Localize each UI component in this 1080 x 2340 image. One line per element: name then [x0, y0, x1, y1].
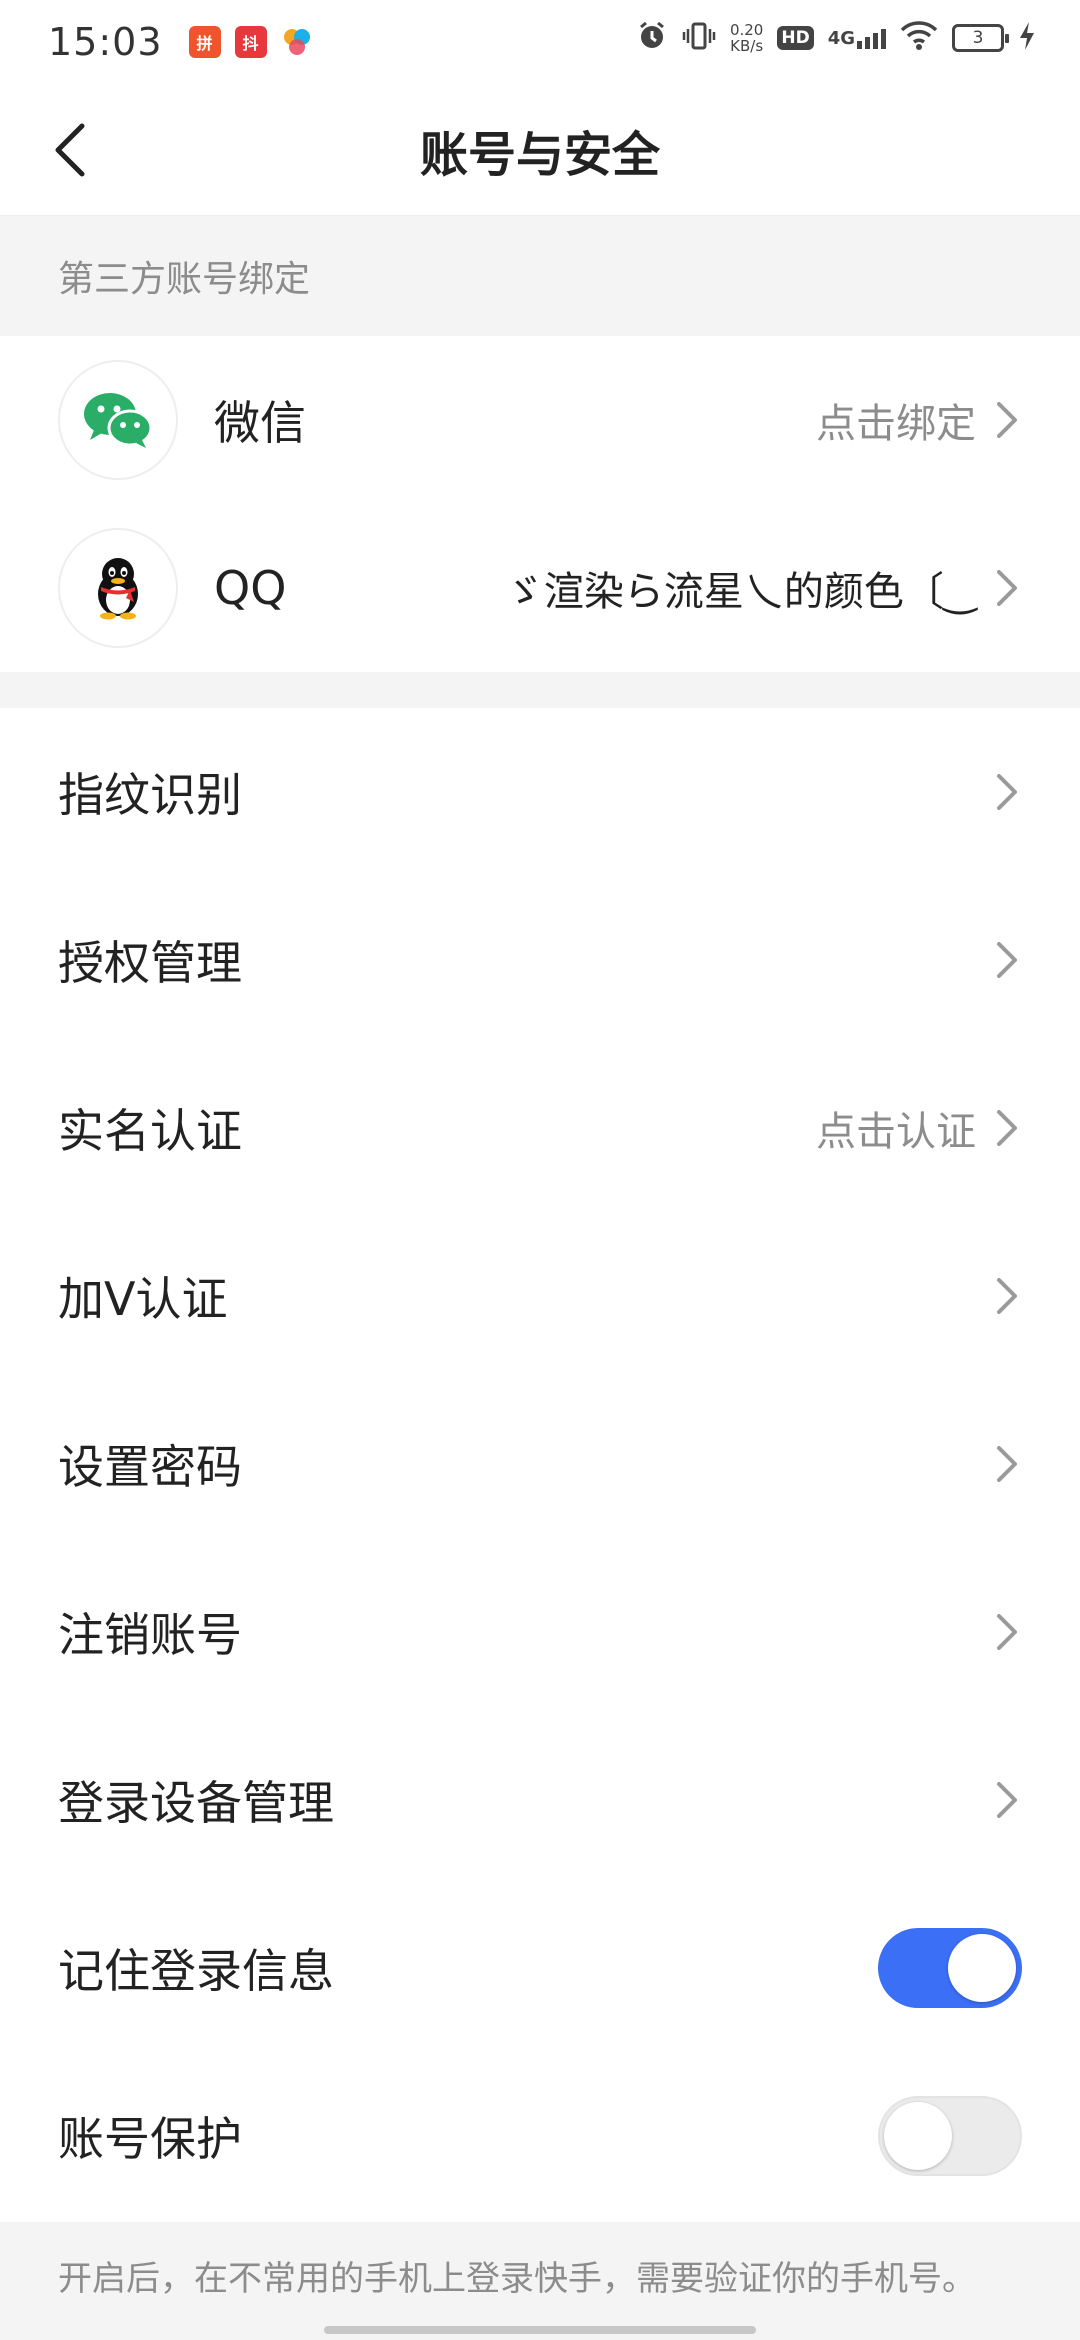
account-protect-switch[interactable]: [878, 2096, 1022, 2176]
chevron-right-icon: [992, 940, 1022, 980]
footer-note-text: 开启后，在不常用的手机上登录快手，需要验证你的手机号。: [58, 2259, 976, 2299]
chevron-right-icon: [992, 400, 1022, 440]
status-right: 0.20 KB/s HD 4G 3: [636, 20, 1036, 56]
toggle-row-account-protect: 账号保护: [0, 2052, 1080, 2220]
menu-item-value: [976, 772, 1022, 812]
menu-item-value: [976, 1444, 1022, 1484]
wechat-icon: [84, 393, 153, 448]
status-app-icons: 拼 抖: [188, 26, 313, 58]
status-time: 15:03: [48, 20, 163, 64]
back-button[interactable]: [40, 120, 100, 180]
section-title-third-party: 第三方账号绑定: [0, 216, 1080, 336]
menu-item-set-password[interactable]: 设置密码: [0, 1380, 1080, 1548]
menu-item-value: 点击认证: [816, 1099, 1022, 1157]
menu-item-value-text: 点击认证: [816, 1109, 976, 1155]
menu-item-v-verify[interactable]: 加V认证: [0, 1212, 1080, 1380]
chevron-right-icon: [992, 1444, 1022, 1484]
nav-header: 账号与安全: [0, 84, 1080, 216]
wifi-icon: [900, 21, 938, 55]
menu-item-realname[interactable]: 实名认证 点击认证: [0, 1044, 1080, 1212]
back-arrow-icon: [55, 123, 85, 177]
bind-row-wechat[interactable]: 微信 点击绑定: [0, 336, 1080, 504]
menu-item-authorization[interactable]: 授权管理: [0, 876, 1080, 1044]
menu-item-label: 登录设备管理: [58, 1776, 334, 1830]
footer-note: 开启后，在不常用的手机上登录快手，需要验证你的手机号。: [0, 2222, 1080, 2340]
chevron-right-icon: [992, 568, 1022, 608]
chevron-right-icon: [992, 772, 1022, 812]
chevron-right-icon: [992, 1276, 1022, 1316]
menu-item-fingerprint[interactable]: 指纹识别: [0, 708, 1080, 876]
qq-icon: [98, 558, 138, 620]
app-icon-1: 拼: [188, 26, 221, 58]
menu-item-value: [976, 1612, 1022, 1652]
menu-item-label: 指纹识别: [58, 768, 242, 822]
qq-nickname: ゞ渲染ら流星乀的颜色〔‿: [503, 569, 976, 615]
wechat-bind-text: 点击绑定: [816, 401, 976, 447]
chevron-right-icon: [992, 1780, 1022, 1820]
remember-login-switch[interactable]: [878, 1928, 1022, 2008]
wechat-bind-status: 点击绑定: [816, 391, 1022, 449]
menu-item-device-management[interactable]: 登录设备管理: [0, 1716, 1080, 1884]
status-bar: 15:03 拼 抖 0.20 KB/s HD 4G 3: [0, 0, 1080, 84]
menu-item-label: 实名认证: [58, 1104, 242, 1158]
wechat-label: 微信: [214, 396, 306, 450]
app-icon-2: 抖: [234, 26, 267, 58]
vibrate-icon: [682, 20, 716, 56]
battery-icon: 3: [952, 24, 1009, 52]
home-indicator[interactable]: [324, 2326, 756, 2334]
signal-bars-icon: [857, 27, 886, 49]
net-speed-value: 0.20: [729, 21, 764, 39]
toggle-label: 账号保护: [58, 2112, 242, 2166]
page-title: 账号与安全: [419, 126, 660, 183]
switch-knob: [884, 2102, 952, 2170]
toggle-label: 记住登录信息: [58, 1944, 334, 1998]
net-speed-unit: KB/s: [730, 37, 764, 55]
net-speed: 0.20 KB/s: [730, 22, 763, 54]
qq-label: QQ: [214, 561, 287, 615]
menu-item-delete-account[interactable]: 注销账号: [0, 1548, 1080, 1716]
qq-avatar: [58, 528, 178, 648]
alarm-icon: [636, 20, 668, 56]
bind-row-qq[interactable]: QQ ゞ渲染ら流星乀的颜色〔‿: [0, 504, 1080, 672]
switch-knob: [948, 1934, 1016, 2002]
menu-item-value: [976, 940, 1022, 980]
signal-indicator: 4G: [828, 27, 886, 49]
menu-item-value: [976, 1780, 1022, 1820]
app-icon-3: [280, 26, 313, 58]
chevron-right-icon: [992, 1612, 1022, 1652]
battery-level: 3: [972, 28, 984, 48]
section-divider: [0, 672, 1080, 708]
chevron-right-icon: [992, 1108, 1022, 1148]
menu-item-value: [976, 1276, 1022, 1316]
charging-icon: [1018, 21, 1036, 55]
toggle-row-remember-login: 记住登录信息: [0, 1884, 1080, 2052]
wechat-avatar: [58, 360, 178, 480]
network-type: 4G: [827, 28, 855, 49]
menu-item-label: 注销账号: [58, 1608, 242, 1662]
menu-item-label: 加V认证: [58, 1272, 228, 1326]
qq-bind-status: ゞ渲染ら流星乀的颜色〔‿: [504, 559, 1022, 617]
menu-item-label: 设置密码: [58, 1440, 242, 1494]
menu-item-label: 授权管理: [58, 936, 242, 990]
hd-badge: HD: [777, 26, 814, 50]
